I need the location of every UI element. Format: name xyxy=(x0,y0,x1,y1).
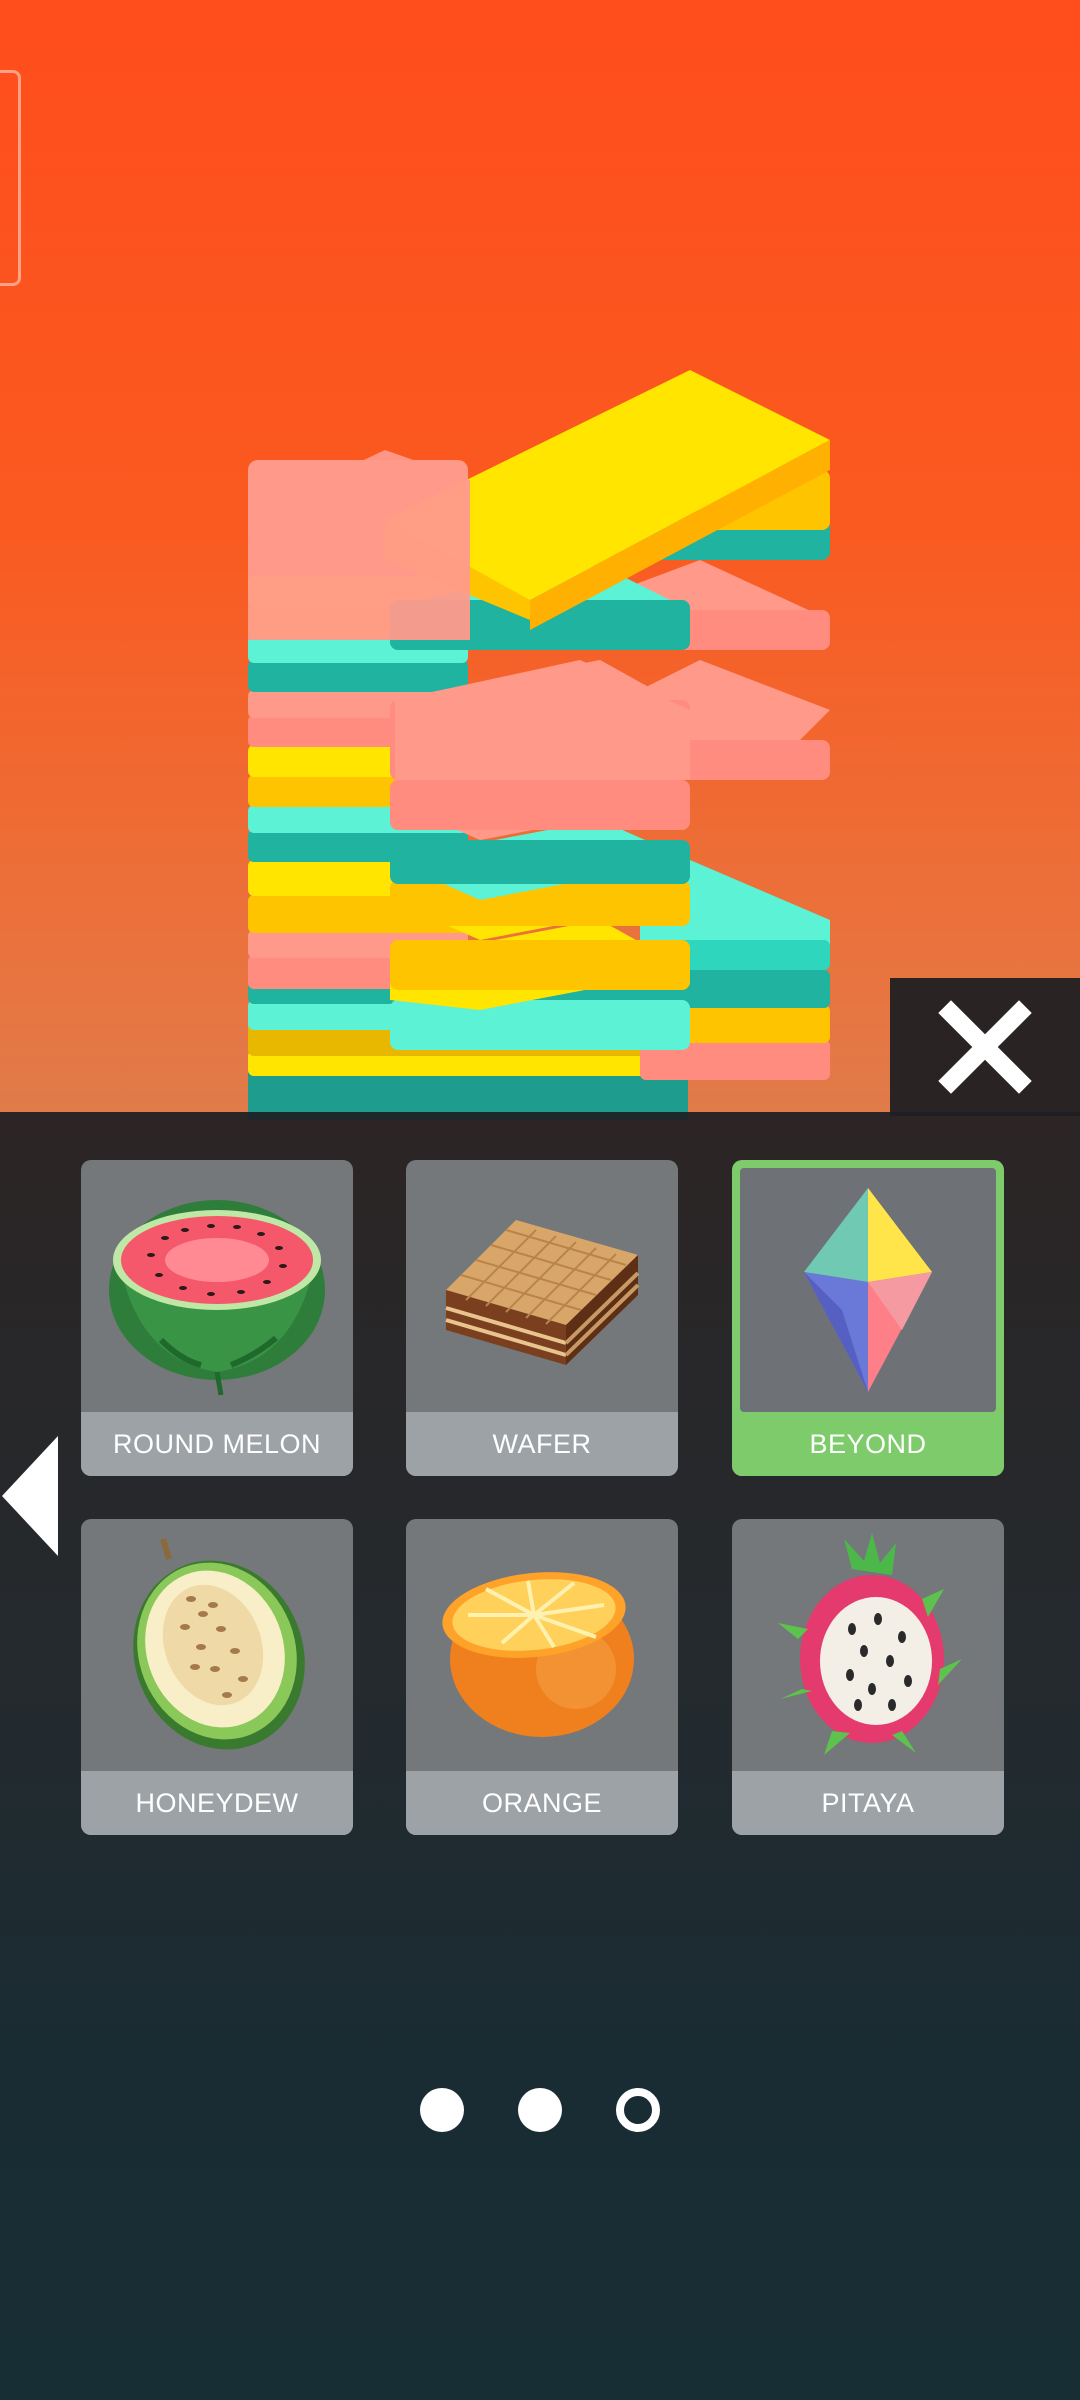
page-dot-2[interactable] xyxy=(518,2088,562,2132)
crystal-icon xyxy=(804,1188,932,1392)
block-tower xyxy=(248,370,830,1120)
skin-card-orange[interactable]: ORANGE xyxy=(406,1519,678,1835)
skin-card-round-melon[interactable]: ROUND MELON xyxy=(81,1160,353,1476)
skin-card-label: ROUND MELON xyxy=(81,1412,353,1476)
pitaya-icon xyxy=(778,1533,962,1755)
skin-card-label: BEYOND xyxy=(732,1412,1004,1476)
honeydew-icon xyxy=(133,1538,305,1750)
skin-card-wafer[interactable]: WAFER xyxy=(406,1160,678,1476)
skin-card-label: PITAYA xyxy=(732,1771,1004,1835)
skin-card-label: ORANGE xyxy=(406,1771,678,1835)
page-dot-1[interactable] xyxy=(420,2088,464,2132)
orange-icon xyxy=(442,1572,634,1737)
close-icon xyxy=(938,1000,1032,1094)
skin-card-label: WAFER xyxy=(406,1412,678,1476)
close-button[interactable] xyxy=(890,978,1080,1116)
game-scene xyxy=(0,0,1080,1120)
watermelon-icon xyxy=(109,1200,325,1396)
skin-card-pitaya[interactable]: PITAYA xyxy=(732,1519,1004,1835)
skin-card-beyond[interactable]: BEYOND xyxy=(732,1160,1004,1476)
skin-card-label: HONEYDEW xyxy=(81,1771,353,1835)
skin-card-honeydew[interactable]: HONEYDEW xyxy=(81,1519,353,1835)
page-dot-3-current[interactable] xyxy=(616,2088,660,2132)
previous-page-arrow-icon[interactable] xyxy=(0,1432,62,1560)
wafer-icon xyxy=(445,1220,640,1365)
